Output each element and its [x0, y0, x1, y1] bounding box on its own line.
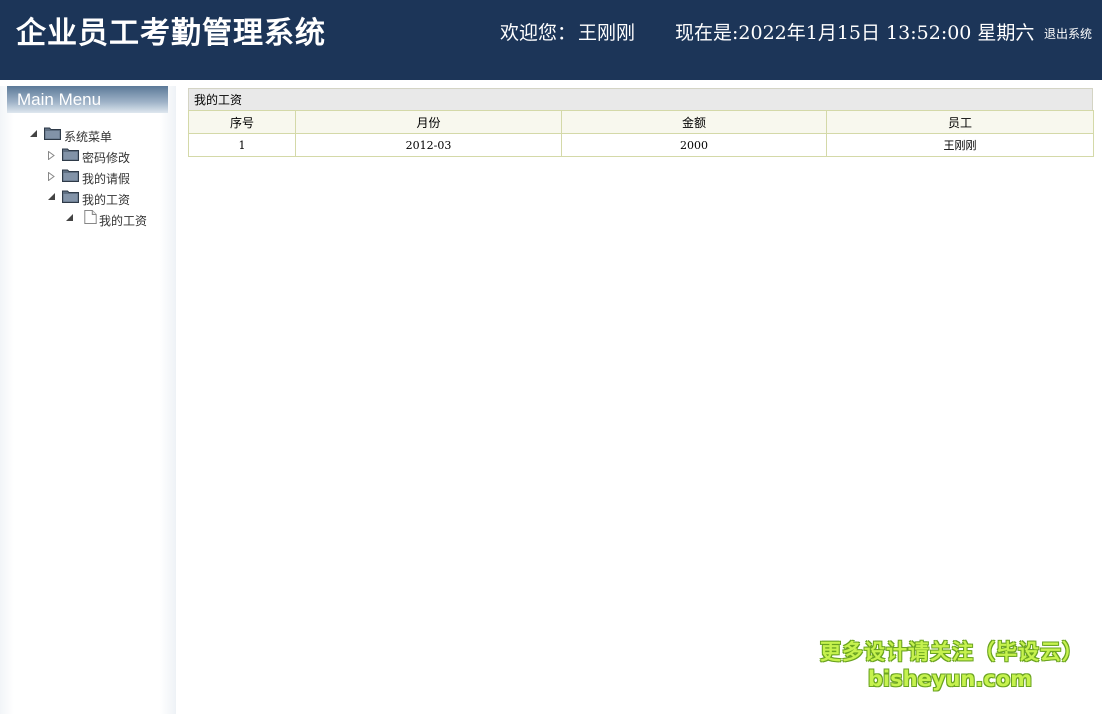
cell-index: 1: [188, 133, 296, 157]
tree-item-label: 我的请假: [82, 172, 131, 186]
column-header-amount[interactable]: 金额: [561, 110, 827, 134]
column-header-employee[interactable]: 员工: [826, 110, 1094, 134]
tree-root-label: 系统菜单: [64, 130, 113, 144]
salary-panel: 我的工资 序号 月份 金额 员工 1 2012-03 2000 王刚刚: [188, 88, 1094, 157]
collapsed-arrow-icon[interactable]: [48, 172, 55, 181]
table-header-row: 序号 月份 金额 员工: [188, 110, 1094, 134]
tree-item-label: 我的工资: [82, 193, 131, 207]
app-title: 企业员工考勤管理系统: [16, 16, 326, 51]
tree-leaf-label: 我的工资: [99, 214, 148, 228]
user-name: 王刚刚: [578, 22, 636, 44]
app-header: 企业员工考勤管理系统 欢迎您： 王刚刚 现在是:2022年1月15日 13:52:…: [0, 0, 1102, 80]
welcome-message: 欢迎您： 王刚刚: [500, 18, 635, 45]
welcome-label: 欢迎您：: [500, 22, 577, 44]
file-icon: [84, 210, 97, 224]
folder-icon: [62, 169, 79, 182]
sidebar: Main Menu 系统菜单 密码修改 我的请假 我的工资 我的工资: [0, 86, 176, 714]
cell-employee: 王刚刚: [826, 133, 1094, 157]
folder-icon: [44, 127, 61, 140]
expanded-arrow-icon[interactable]: [30, 130, 38, 138]
column-header-index[interactable]: 序号: [188, 110, 296, 134]
expanded-arrow-icon[interactable]: [48, 193, 56, 201]
folder-icon: [62, 148, 79, 161]
watermark: 更多设计请关注（毕设云） bisheyun.com: [820, 638, 1084, 692]
table-row[interactable]: 1 2012-03 2000 王刚刚: [188, 133, 1094, 157]
column-header-month[interactable]: 月份: [295, 110, 562, 134]
watermark-line1: 更多设计请关注（毕设云）: [820, 640, 1084, 664]
cell-amount: 2000: [561, 133, 827, 157]
collapsed-arrow-icon[interactable]: [48, 151, 55, 160]
logout-link[interactable]: 退出系统: [1044, 25, 1092, 42]
cell-month: 2012-03: [295, 133, 562, 157]
salary-table: 序号 月份 金额 员工 1 2012-03 2000 王刚刚: [188, 110, 1094, 157]
current-time: 现在是:2022年1月15日 13:52:00 星期六: [675, 22, 1035, 44]
main-menu-heading: Main Menu: [7, 86, 168, 113]
panel-title: 我的工资: [188, 88, 1093, 110]
tree-item-label: 密码修改: [82, 151, 131, 165]
watermark-line2: bisheyun.com: [867, 667, 1033, 691]
folder-open-icon: [62, 190, 79, 203]
expanded-arrow-icon: [66, 214, 73, 221]
